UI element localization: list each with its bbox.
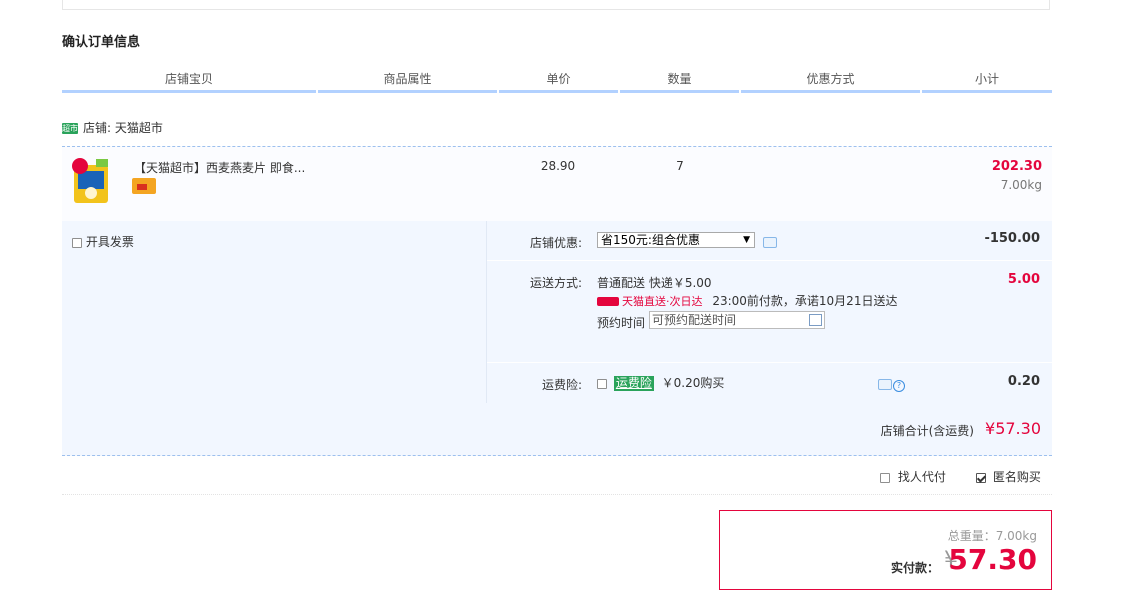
insurance-amount: 0.20 (1007, 374, 1040, 389)
quantity: 7 (676, 159, 684, 173)
shop-total-row: 店铺合计(含运费) ¥57.30 (62, 403, 1052, 456)
previous-section-box (62, 0, 1050, 10)
item-weight: 7.00kg (1000, 178, 1042, 192)
invoice-column: 开具发票 (62, 221, 487, 403)
calendar-icon[interactable] (809, 314, 822, 326)
discount-label: 店铺优惠: (529, 236, 582, 250)
card-icon (132, 178, 156, 194)
discount-select[interactable]: 省150元:组合优惠 ▼ (597, 232, 755, 248)
col-quantity: 数量 (620, 68, 739, 93)
shipping-amount: 5.00 (1007, 272, 1040, 287)
insurance-price: ￥0.20购买 (661, 376, 725, 390)
schedule-time-placeholder: 可预约配送时间 (652, 313, 737, 327)
schedule-label: 预约时间 (597, 316, 646, 330)
invoice-label: 开具发票 (85, 235, 134, 249)
actual-payment-amount: 57.30 (948, 543, 1037, 576)
tmall-direct-tag: 天猫直送·次日达 (622, 295, 703, 308)
section-title: 确认订单信息 (62, 35, 141, 50)
proxy-pay-checkbox[interactable] (880, 472, 890, 483)
order-options-panel: 开具发票 店铺优惠: 省150元:组合优惠 ▼ -150.00 运送方式: 普通… (62, 221, 1052, 403)
invoice-option: 开具发票 (72, 233, 134, 250)
order-settings-column: 店铺优惠: 省150元:组合优惠 ▼ -150.00 运送方式: 普通配送 快递… (487, 221, 1052, 403)
item-subtotal: 202.30 (991, 159, 1042, 174)
shop-total-amount: ¥57.30 (985, 419, 1041, 438)
insurance-tag[interactable]: 运费险 (613, 376, 654, 391)
col-subtotal: 小计 (922, 68, 1052, 93)
anonymous-option: 匿名购买 (976, 468, 1041, 485)
anonymous-checkbox[interactable] (976, 472, 986, 483)
dropdown-arrow-icon: ▼ (743, 235, 750, 245)
unit-price: 28.90 (540, 159, 576, 173)
schedule-time-input[interactable]: 可预约配送时间 (649, 311, 825, 329)
table-header: 店铺宝贝 商品属性 单价 数量 优惠方式 小计 (62, 68, 1052, 94)
col-discount: 优惠方式 (741, 68, 920, 93)
actual-payment-label: 实付款： (890, 561, 939, 575)
chat-bubble-icon[interactable] (878, 379, 892, 390)
promise-text: 23:00前付款，承诺10月21日送达 (712, 294, 898, 308)
shop-total-label: 店铺合计(含运费) (880, 424, 974, 438)
insurance-checkbox[interactable] (597, 378, 607, 389)
insurance-row: 运费险: 运费险 ￥0.20购买 ? 0.20 (487, 363, 1052, 403)
anonymous-label: 匿名购买 (992, 470, 1041, 484)
total-weight: 总重量：7.00kg (947, 529, 1037, 543)
discount-selected-value: 省150元:组合优惠 (601, 233, 700, 247)
payment-summary-box: 总重量：7.00kg 实付款： ¥ 57.30 (719, 510, 1052, 590)
invoice-checkbox[interactable] (72, 237, 82, 248)
insurance-option: 运费险 ￥0.20购买 (597, 374, 724, 391)
discount-row: 店铺优惠: 省150元:组合优惠 ▼ -150.00 (487, 221, 1052, 261)
proxy-pay-option: 找人代付 (880, 468, 946, 485)
product-title-link[interactable]: 【天猫超市】西麦燕麦片 即食... (134, 159, 305, 176)
delivery-promise: 天猫直送·次日达 23:00前付款，承诺10月21日送达 (597, 292, 897, 309)
shop-name[interactable]: 店铺: 天猫超市 (83, 121, 163, 135)
shop-row: 超市 店铺: 天猫超市 (62, 118, 163, 138)
col-attributes: 商品属性 (318, 68, 497, 93)
item-row: 【天猫超市】西麦燕麦片 即食... 28.90 7 202.30 7.00kg (62, 146, 1052, 222)
payment-options-row: 找人代付 匿名购买 (62, 456, 1052, 495)
shipping-label: 运送方式: (529, 276, 582, 290)
chat-bubble-icon[interactable] (763, 237, 777, 248)
discount-amount: -150.00 (984, 231, 1040, 246)
col-unit-price: 单价 (499, 68, 618, 93)
shipping-row: 运送方式: 普通配送 快递￥5.00 天猫直送·次日达 23:00前付款，承诺1… (487, 261, 1052, 363)
product-thumbnail[interactable] (70, 157, 114, 205)
tmall-logo-icon (597, 297, 619, 306)
proxy-pay-label: 找人代付 (897, 470, 946, 484)
help-question-icon[interactable]: ? (893, 377, 905, 392)
col-shop-item: 店铺宝贝 (62, 68, 316, 93)
insurance-label: 运费险: (541, 378, 582, 392)
shipping-method: 普通配送 快递￥5.00 (597, 276, 712, 290)
tmall-supermarket-icon: 超市 (62, 123, 78, 134)
